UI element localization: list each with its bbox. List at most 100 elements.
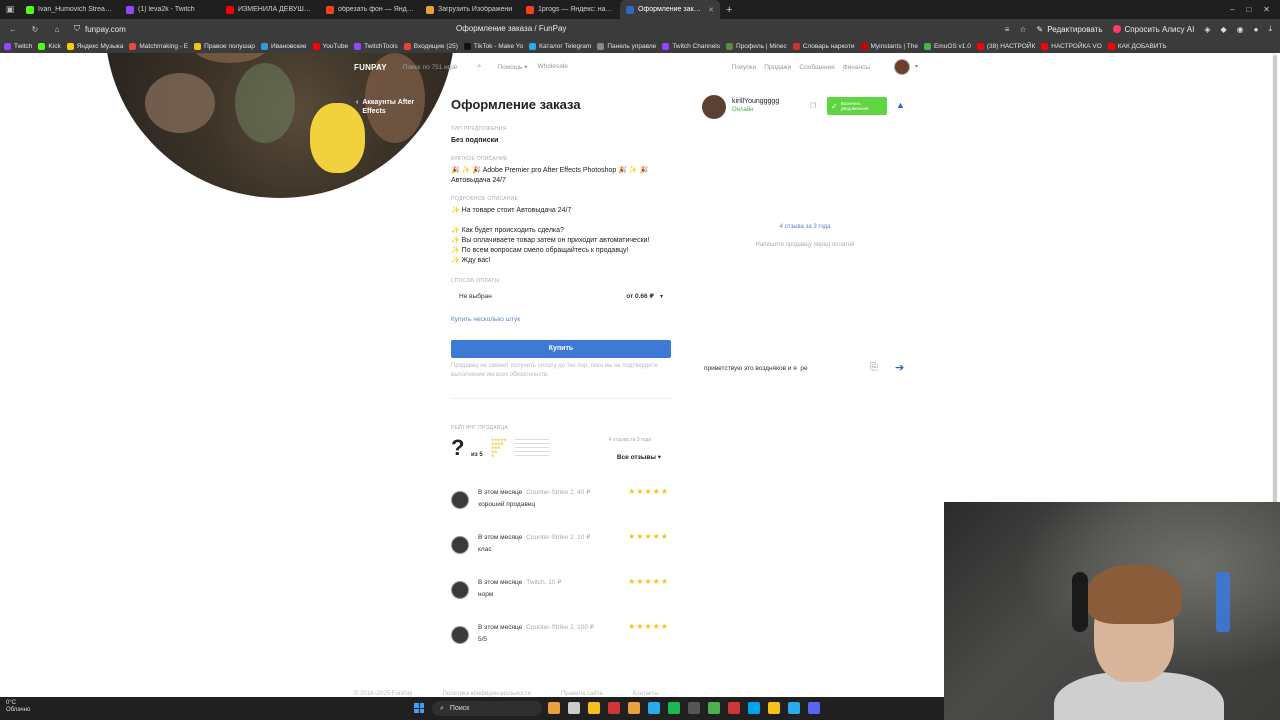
review-meta: В этом месяце Counter-Strike 2, 10 ₽ bbox=[478, 533, 590, 541]
close-window-icon[interactable]: ✕ bbox=[1263, 5, 1270, 14]
bookmark-item[interactable]: Ивановские bbox=[260, 42, 307, 50]
notifications-button[interactable]: ✓ Включить уведомления bbox=[827, 97, 887, 115]
bookmark-item[interactable]: Входящие (25) bbox=[403, 42, 458, 50]
taskbar-app-icon[interactable] bbox=[708, 702, 720, 714]
bookmark-item[interactable]: TwitchTools bbox=[354, 42, 398, 50]
browser-tab[interactable]: Загрузить Изображени bbox=[420, 0, 520, 19]
alice-button[interactable]: Спросить Алису AI bbox=[1112, 25, 1194, 34]
download-icon[interactable]: ⤓ bbox=[1268, 24, 1272, 34]
close-tab-icon[interactable]: ✕ bbox=[708, 6, 714, 14]
back-to-category-link[interactable]: ‹ Аккаунты After Effects bbox=[356, 98, 436, 116]
bookmark-item[interactable]: Twitch Channels bbox=[662, 42, 720, 50]
nav-messages[interactable]: Сообщения bbox=[799, 64, 834, 71]
search-icon[interactable]: ⌕ bbox=[477, 63, 481, 71]
payment-method-select[interactable]: Не выбран от 0.66 ₽ ▾ bbox=[451, 288, 671, 304]
tab-label: Оформление заказа / bbox=[638, 6, 705, 13]
browser-tab[interactable]: Ivan_Humovich Stream - Y bbox=[20, 0, 120, 19]
taskbar-app-icon[interactable] bbox=[768, 702, 780, 714]
taskbar-app-icon[interactable] bbox=[748, 702, 760, 714]
bookmark-item[interactable]: Myinstants | The bbox=[860, 42, 918, 50]
nav-sales[interactable]: Продажи bbox=[764, 64, 791, 71]
taskbar-app-icon[interactable] bbox=[788, 702, 800, 714]
review-text: норм bbox=[478, 591, 494, 598]
bookmark-item[interactable]: TikTok - Make Yo bbox=[463, 42, 523, 50]
seller-name[interactable]: kirillYounggggg bbox=[732, 98, 779, 105]
extension-icon[interactable]: ◈ bbox=[1204, 25, 1210, 34]
bookmark-item[interactable]: Twitch bbox=[4, 42, 32, 50]
rating-bar bbox=[515, 442, 549, 444]
maximize-icon[interactable]: □ bbox=[1246, 5, 1251, 14]
bookmark-item[interactable]: (38) НАСТРОЙК bbox=[976, 42, 1035, 50]
chevron-down-icon[interactable]: ▾ bbox=[915, 63, 918, 70]
review-game: Counter-Strike 2, 100 ₽ bbox=[526, 624, 594, 631]
weather-widget[interactable]: 0°C Облачно bbox=[6, 700, 30, 714]
windows-start-icon[interactable] bbox=[414, 703, 424, 713]
bookmark-item[interactable]: Яндекс Музыка bbox=[66, 42, 123, 50]
taskbar-app-icon[interactable] bbox=[588, 702, 600, 714]
attach-icon[interactable]: ⎘ bbox=[870, 362, 878, 373]
taskbar-app-icon[interactable] bbox=[568, 702, 580, 714]
taskbar-app-icon[interactable] bbox=[608, 702, 620, 714]
send-icon[interactable]: ➔ bbox=[895, 361, 904, 374]
bookmark-icon[interactable]: ☆ bbox=[1019, 25, 1026, 34]
copy-icon[interactable]: ❐ bbox=[810, 102, 816, 110]
back-icon[interactable]: ← bbox=[8, 25, 18, 34]
site-info-icon[interactable]: ⛉ bbox=[74, 24, 80, 34]
bookmark-item[interactable]: Правое полушар bbox=[194, 42, 255, 50]
browser-tab[interactable]: 1progs — Яндекс: нашлос bbox=[520, 0, 620, 19]
taskbar-app-icon[interactable] bbox=[648, 702, 660, 714]
reload-icon[interactable]: ↻ bbox=[30, 25, 40, 34]
bookmark-item[interactable]: Каталог Telegram bbox=[529, 42, 591, 50]
taskbar-app-icon[interactable] bbox=[548, 702, 560, 714]
taskbar-search[interactable]: ⌕ Поиск bbox=[432, 701, 542, 716]
url-field[interactable]: ⛉ funpay.com bbox=[74, 24, 126, 34]
payment-price: от 0.66 ₽ bbox=[626, 293, 654, 300]
site-search-input[interactable]: Поиск по 751 игре bbox=[403, 64, 458, 71]
browser-tab[interactable]: (1) leva2k - Twitch bbox=[120, 0, 220, 19]
bookmark-label: Правое полушар bbox=[204, 42, 255, 50]
funpay-logo[interactable]: FUNPAY bbox=[354, 63, 387, 72]
scrollbar-thumb[interactable] bbox=[1273, 55, 1277, 503]
nav-help[interactable]: Помощь ▾ bbox=[497, 63, 527, 71]
taskbar-app-icon[interactable] bbox=[668, 702, 680, 714]
extension-icon[interactable]: ◆ bbox=[1220, 25, 1226, 34]
bookmark-label: Панель управле bbox=[607, 42, 657, 50]
tab-favicon bbox=[626, 5, 634, 14]
browser-tab[interactable]: обрезать фон — Яндекс bbox=[320, 0, 420, 19]
taskbar-app-icon[interactable] bbox=[808, 702, 820, 714]
bookmark-item[interactable]: Панель управле bbox=[597, 42, 657, 50]
taskbar-app-icon[interactable] bbox=[628, 702, 640, 714]
buy-button[interactable]: Купить bbox=[451, 339, 671, 358]
home-icon[interactable]: ⌂ bbox=[52, 25, 62, 34]
browser-tab[interactable]: ИЗМЕНИЛА ДЕВУШКА К bbox=[220, 0, 320, 19]
extension-icon[interactable]: ◉ bbox=[1237, 25, 1244, 34]
profile-icon[interactable]: ● bbox=[1254, 25, 1259, 34]
bookmark-item[interactable]: Словарь наркоти bbox=[792, 42, 855, 50]
user-avatar[interactable] bbox=[894, 59, 910, 75]
nav-purchases[interactable]: Покупки bbox=[732, 64, 756, 71]
bookmark-item[interactable]: Matchmaking - E bbox=[129, 42, 188, 50]
warning-icon[interactable]: ▲ bbox=[896, 100, 905, 110]
taskbar-search-label: Поиск bbox=[449, 705, 470, 712]
browser-tab[interactable]: Оформление заказа / ✕ bbox=[620, 0, 720, 19]
nav-finances[interactable]: Финансы bbox=[843, 64, 870, 71]
bookmark-item[interactable]: КАК ДОБАВИТЬ bbox=[1107, 42, 1167, 50]
all-reviews-dropdown[interactable]: Все отзывы ▾ bbox=[617, 453, 661, 461]
address-bar: ← ↻ ⌂ ⛉ funpay.com Оформление заказа / F… bbox=[0, 19, 1280, 39]
bookmark-item[interactable]: EmuOS v1.0 bbox=[923, 42, 971, 50]
new-tab-icon[interactable]: + bbox=[720, 4, 738, 16]
bookmark-item[interactable]: YouTube bbox=[312, 42, 348, 50]
bookmark-item[interactable]: Kick bbox=[38, 42, 61, 50]
minimize-icon[interactable]: – bbox=[1230, 5, 1234, 14]
chat-message-input[interactable] bbox=[704, 365, 864, 372]
browser-menu-icon[interactable]: ▣ bbox=[0, 0, 20, 19]
taskbar-app-icon[interactable] bbox=[688, 702, 700, 714]
taskbar-app-icon[interactable] bbox=[728, 702, 740, 714]
buy-multiple-link[interactable]: Купить несколько штук bbox=[451, 316, 671, 323]
bookmark-item[interactable]: НАСТРОЙКА VO bbox=[1041, 42, 1102, 50]
bookmark-item[interactable]: Профиль | Minec bbox=[726, 42, 787, 50]
seller-avatar[interactable] bbox=[702, 95, 726, 119]
edit-button[interactable]: ✎ Редактировать bbox=[1037, 25, 1103, 34]
nav-wholesale[interactable]: Wholesale bbox=[538, 63, 568, 71]
menu-icon[interactable]: ≡ bbox=[1005, 25, 1010, 34]
